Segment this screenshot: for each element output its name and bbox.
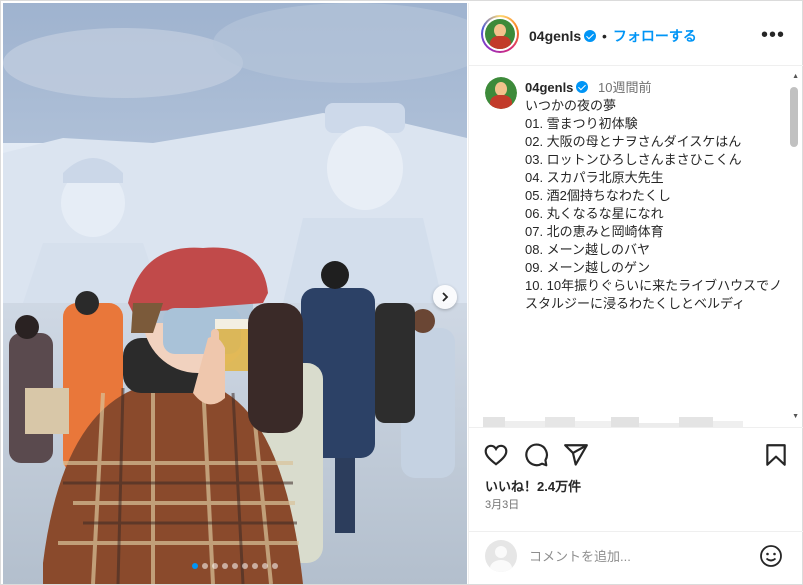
carousel-dot <box>272 563 278 569</box>
caption-author-avatar[interactable] <box>485 77 517 109</box>
carousel-dot <box>222 563 228 569</box>
caption-line: 08. メーン越しのバヤ <box>525 242 651 257</box>
like-count[interactable]: いいね！2.4万件 <box>485 476 581 495</box>
caption-line: 09. メーン越しのゲン <box>525 260 651 275</box>
follow-button[interactable]: フォローする <box>613 28 697 44</box>
more-options-icon[interactable]: ••• <box>761 25 785 45</box>
carousel-dot <box>192 563 198 569</box>
caption-line: 02. 大阪の母とナヲさんダイスケはん <box>525 134 742 149</box>
scroll-down-arrow-icon[interactable]: ▼ <box>792 413 799 420</box>
photo-illustration <box>3 3 467 584</box>
caption-line: 01. 雪まつり初体験 <box>525 116 638 131</box>
caption-line: 04. スカパラ北原大先生 <box>525 170 664 185</box>
comment-input[interactable] <box>529 544 749 568</box>
caption-line: 03. ロットンひろしさんまさひこくん <box>525 152 742 167</box>
author-username[interactable]: 04genls <box>529 28 581 44</box>
carousel-dot <box>252 563 258 569</box>
bookmark-icon[interactable] <box>763 442 789 468</box>
caption-time[interactable]: 10週間前 <box>598 80 651 95</box>
heart-icon[interactable] <box>483 442 509 468</box>
comments-area[interactable]: 04genls 10週間前 いつかの夜の夢 01. 雪まつり初体験 02. 大阪の母… <box>469 67 803 427</box>
carousel-dot <box>262 563 268 569</box>
carousel-dot <box>232 563 238 569</box>
caption: 04genls 10週間前 いつかの夜の夢 01. 雪まつり初体験 02. 大阪の母… <box>525 79 785 313</box>
post-side-panel: 04genls • フォローする ••• 04genls 10週間前 いつかの夜… <box>468 3 803 584</box>
caption-text: いつかの夜の夢 01. 雪まつり初体験 02. 大阪の母とナヲさんダイスケはん 03.… <box>525 97 785 313</box>
verified-badge-icon <box>576 81 589 93</box>
carousel-indicator <box>3 563 467 569</box>
blurred-comment <box>483 417 743 427</box>
scroll-up-arrow-icon[interactable]: ▲ <box>792 73 799 80</box>
viewer-avatar <box>485 540 517 572</box>
caption-line: 05. 酒2個持ちなわたくし <box>525 188 671 203</box>
separator-dot: • <box>602 28 607 44</box>
header-author: 04genls • フォローする <box>529 26 697 46</box>
comment-composer <box>469 531 803 584</box>
scrollbar-thumb[interactable] <box>790 87 798 147</box>
verified-badge-icon <box>584 30 597 42</box>
emoji-icon[interactable] <box>759 544 783 568</box>
carousel-dot <box>202 563 208 569</box>
caption-line: 06. 丸くなるな星になれ <box>525 206 664 221</box>
post-photo[interactable] <box>3 3 467 584</box>
caption-line: 10. 10年振りぐらいに来たライブハウスでノスタルジーに浸るわたくしとベルディ <box>525 278 783 311</box>
caption-line: 07. 北の恵みと岡崎体育 <box>525 224 664 239</box>
carousel-dot <box>212 563 218 569</box>
instagram-post-frame: 04genls • フォローする ••• 04genls 10週間前 いつかの夜… <box>0 0 803 585</box>
caption-username[interactable]: 04genls <box>525 80 573 95</box>
post-actions: いいね！2.4万件 3月3日 <box>469 427 803 527</box>
carousel-dot <box>242 563 248 569</box>
carousel-next-button[interactable] <box>433 285 457 309</box>
post-header: 04genls • フォローする ••• <box>469 3 803 66</box>
comment-icon[interactable] <box>523 442 549 468</box>
send-icon[interactable] <box>563 442 589 468</box>
author-avatar[interactable] <box>481 15 519 53</box>
chevron-right-icon <box>442 292 449 302</box>
caption-line: いつかの夜の夢 <box>525 98 617 113</box>
post-date[interactable]: 3月3日 <box>485 496 519 512</box>
